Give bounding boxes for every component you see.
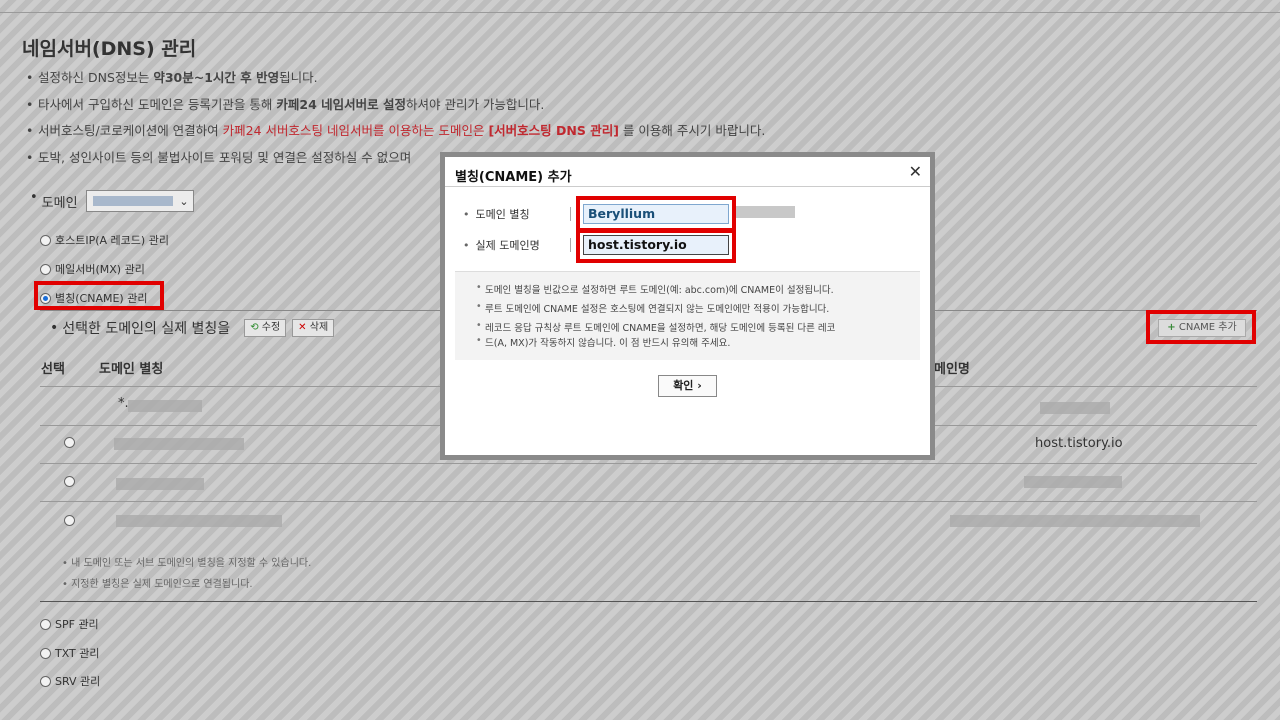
highlight-add-cname <box>1146 310 1256 344</box>
edit-button[interactable]: ⟲ 수정 <box>244 319 287 337</box>
modal-title: 별칭(CNAME) 추가 <box>455 170 572 185</box>
highlight-alias-input <box>576 196 736 232</box>
close-icon[interactable]: ✕ <box>909 162 922 181</box>
target-label: 실제 도메인명 <box>463 237 540 253</box>
radio-button[interactable] <box>40 263 51 275</box>
delete-button[interactable]: ✕ 삭제 <box>292 319 335 337</box>
domain-select[interactable]: ⌄ <box>85 190 194 212</box>
chevron-down-icon: ⌄ <box>179 194 189 208</box>
close-icon: ✕ <box>298 322 307 333</box>
refresh-icon: ⟲ <box>250 322 259 333</box>
row-radio[interactable] <box>64 437 75 448</box>
confirm-button[interactable]: 확인 › <box>658 375 717 397</box>
radio-mx[interactable]: 메일서버(MX) 관리 <box>40 261 145 277</box>
table-divider <box>40 463 1257 464</box>
radio-button[interactable] <box>40 647 51 659</box>
footnote: • 내 도메인 또는 서브 도메인의 별칭을 지정할 수 있습니다. <box>62 558 312 569</box>
radio-button[interactable] <box>40 675 51 687</box>
footnote: • 지정한 별칭은 실제 도메인으로 연결됩니다. <box>62 579 253 590</box>
radio-spf[interactable]: SPF 관리 <box>40 616 99 632</box>
field-separator <box>570 207 571 221</box>
notice-item: 설정하신 DNS정보는 약30분~1시간 후 반영됩니다. <box>26 68 765 95</box>
blurred-value <box>1040 402 1110 414</box>
blurred-value <box>116 478 204 490</box>
alias-label: 도메인 별칭 <box>463 206 530 222</box>
radio-button[interactable] <box>40 618 51 630</box>
page-title: 네임서버(DNS) 관리 <box>22 38 197 60</box>
info-line-continued: 드(A, MX)가 작동하지 않습니다. 이 점 반드시 유의해 주세요. <box>476 335 730 349</box>
radio-a-record[interactable]: 호스트IP(A 레코드) 관리 <box>40 232 169 248</box>
notice-item: 서버호스팅/코로케이션에 연결하여 카페24 서버호스팅 네임서버를 이용하는 … <box>26 121 765 148</box>
column-header-select: 선택 <box>41 362 65 377</box>
domain-selector-row: • 도메인 ⌄ <box>30 190 194 212</box>
domain-label: 도메인 <box>41 195 78 211</box>
info-line: 도메인 별칭을 빈값으로 설정하면 루트 도메인(예: abc.com)에 CN… <box>476 282 834 296</box>
info-box: 도메인 별칭을 빈값으로 설정하면 루트 도메인(예: abc.com)에 CN… <box>455 271 920 360</box>
radio-srv[interactable]: SRV 관리 <box>40 673 100 689</box>
section-divider <box>40 601 1257 602</box>
radio-txt[interactable]: TXT 관리 <box>40 645 100 661</box>
target-cell: host.tistory.io <box>1035 436 1123 451</box>
section-heading: • 선택한 도메인의 실제 별칭을 ⟲ 수정 ✕ 삭제 <box>50 318 335 338</box>
row-radio[interactable] <box>64 476 75 487</box>
blurred-domain <box>93 196 174 206</box>
highlight-cname-option <box>34 281 164 310</box>
notice-item: 타사에서 구입하신 도메인은 등록기관을 통해 카페24 네임서버로 설정하셔야… <box>26 95 765 122</box>
row-radio[interactable] <box>64 515 75 526</box>
highlight-target-input <box>576 229 736 263</box>
top-divider <box>0 12 1280 13</box>
blurred-value <box>950 515 1200 527</box>
column-header-alias: 도메인 별칭 <box>99 362 164 377</box>
column-header-target: 메인명 <box>934 362 970 377</box>
radio-button[interactable] <box>40 234 51 246</box>
blurred-value <box>128 400 202 412</box>
blurred-value <box>1024 476 1122 488</box>
blurred-value <box>116 515 282 527</box>
modal-divider <box>445 186 930 187</box>
info-line: 레코드 응답 규칙상 루트 도메인에 CNAME을 설정하면, 해당 도메인에 … <box>476 320 835 334</box>
field-separator <box>570 238 571 252</box>
blurred-domain-suffix <box>735 206 795 218</box>
info-line: 루트 도메인에 CNAME 설정은 호스팅에 연결되지 않는 도메인에만 적용이… <box>476 301 829 315</box>
section-title: 선택한 도메인의 실제 별칭을 <box>62 321 231 337</box>
table-divider <box>40 501 1257 502</box>
blurred-value <box>114 438 244 450</box>
